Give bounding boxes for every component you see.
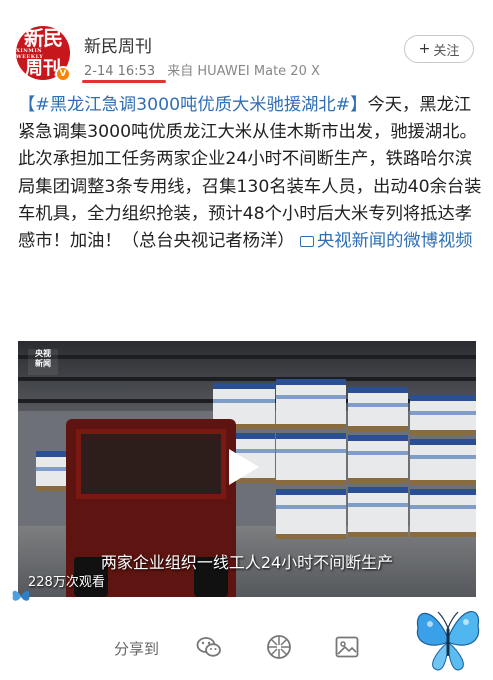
post-header: 新民 XINMIN WEEKLY 周刊 V 新民周刊 2-14 16:53 来自… xyxy=(0,0,493,92)
post-body: 今天，黑龙江紧急调集3000吨优质龙江大米从佳木斯市出发，驰援湖北。此次承担加工… xyxy=(18,95,482,252)
share-label: 分享到 xyxy=(114,640,160,658)
moments-icon[interactable] xyxy=(266,634,292,660)
rice-pallet xyxy=(276,379,346,429)
picture-icon[interactable] xyxy=(334,634,360,660)
butterfly-decoration xyxy=(12,590,30,601)
video-icon xyxy=(300,236,315,248)
video-source-link[interactable]: 央视新闻的微博视频 xyxy=(300,231,473,251)
verified-badge-icon: V xyxy=(55,66,71,82)
account-name[interactable]: 新民周刊 xyxy=(84,32,152,57)
video-scene-beam xyxy=(18,377,476,381)
red-annotation-underline xyxy=(82,80,166,83)
rice-pallet xyxy=(348,387,408,431)
follow-button[interactable]: + 关注 xyxy=(404,35,474,63)
wechat-icon[interactable] xyxy=(196,634,222,660)
rice-pallet xyxy=(410,439,476,485)
post-source: 来自 HUAWEI Mate 20 X xyxy=(167,64,320,79)
rice-pallet xyxy=(348,435,408,483)
avatar-text-top: 新民 xyxy=(24,26,63,50)
video-scene-beam xyxy=(18,355,476,359)
butterfly-decoration xyxy=(416,610,480,671)
post-time: 2-14 16:53 xyxy=(84,64,156,79)
view-count: 228万次观看 xyxy=(28,575,105,590)
video-player[interactable]: 央视 新闻 两家企业组织一线工人24小时不间断生产 228万次观看 xyxy=(18,341,476,597)
video-subtitle: 两家企业组织一线工人24小时不间断生产 xyxy=(100,553,394,572)
follow-label: 关注 xyxy=(433,43,460,59)
play-icon[interactable] xyxy=(229,449,259,485)
topic-link[interactable]: 【#黑龙江急调3000吨优质大米驰援湖北#】 xyxy=(18,95,367,115)
video-source-label: 央视新闻的微博视频 xyxy=(317,231,473,252)
post-meta: 2-14 16:53 来自 HUAWEI Mate 20 X xyxy=(84,60,320,79)
rice-pallet xyxy=(410,489,476,537)
rice-pallet xyxy=(410,395,476,435)
truck-cab xyxy=(76,429,226,499)
cctv-news-logo: 央视 新闻 xyxy=(28,349,58,375)
post-text: 【#黑龙江急调3000吨优质大米驰援湖北#】今天，黑龙江紧急调集3000吨优质龙… xyxy=(18,92,484,255)
rice-pallet xyxy=(276,489,346,539)
rice-pallet xyxy=(348,487,408,537)
rice-pallet xyxy=(276,433,346,485)
plus-icon: + xyxy=(418,41,431,57)
